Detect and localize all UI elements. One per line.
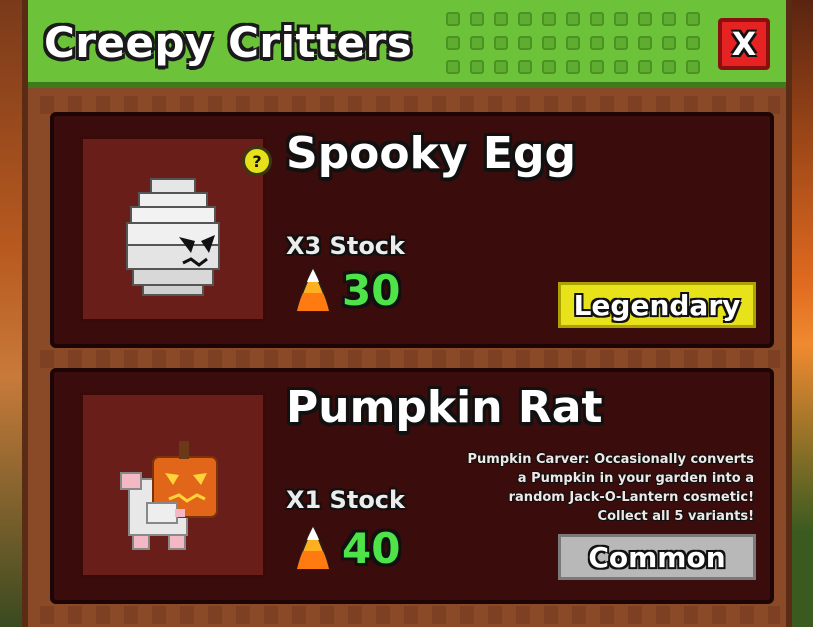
item-name: Pumpkin Rat xyxy=(286,382,603,433)
header-stud xyxy=(662,12,676,26)
header-stud xyxy=(638,12,652,26)
header-stud xyxy=(686,36,700,50)
header-stud xyxy=(542,12,556,26)
help-icon[interactable]: ? xyxy=(242,146,272,176)
header-stud xyxy=(566,36,580,50)
header-stud xyxy=(446,12,460,26)
header-stud xyxy=(662,36,676,50)
header-stud xyxy=(662,60,676,74)
header-stud xyxy=(542,36,556,50)
header-stud xyxy=(590,60,604,74)
header-stud xyxy=(470,12,484,26)
header-stud xyxy=(470,36,484,50)
header-stud xyxy=(590,36,604,50)
pumpkin-rat-icon xyxy=(120,441,218,550)
item-stock: X1 Stock xyxy=(286,486,405,514)
header-stud xyxy=(518,12,532,26)
header-stud xyxy=(518,60,532,74)
shop-item-card[interactable]: Pumpkin Rat X1 Stock 40 Pumpkin Carver: … xyxy=(50,368,774,604)
header-stud xyxy=(494,12,508,26)
header-stud xyxy=(566,60,580,74)
item-description: Pumpkin Carver: Occasionally converts a … xyxy=(467,452,754,524)
shop-item-card[interactable]: ? Spooky Egg X3 Stock 30 Legendary xyxy=(50,112,774,348)
item-price: 40 xyxy=(294,524,400,573)
close-icon: X xyxy=(731,25,757,63)
header-stud xyxy=(494,36,508,50)
shop-panel: Creepy Critters X ? Spooky Egg X3 Stock … xyxy=(22,0,792,627)
shop-header: Creepy Critters X xyxy=(28,0,786,88)
header-stud xyxy=(518,36,532,50)
header-stud xyxy=(542,60,556,74)
item-price: 30 xyxy=(294,266,400,315)
spooky-egg-icon xyxy=(126,178,220,296)
header-stud xyxy=(614,36,628,50)
header-stud xyxy=(638,60,652,74)
header-stud xyxy=(638,36,652,50)
rarity-badge[interactable]: Common xyxy=(558,534,756,580)
rarity-badge[interactable]: Legendary xyxy=(558,282,756,328)
candy-corn-icon xyxy=(296,266,330,312)
price-value: 30 xyxy=(342,266,401,315)
close-button[interactable]: X xyxy=(718,18,770,70)
header-stud xyxy=(470,60,484,74)
header-stud xyxy=(614,12,628,26)
price-value: 40 xyxy=(342,524,401,573)
divider-studs xyxy=(40,350,780,368)
header-stud xyxy=(446,60,460,74)
item-image-frame xyxy=(80,392,266,578)
item-stock: X3 Stock xyxy=(286,232,405,260)
item-name: Spooky Egg xyxy=(286,128,576,179)
header-stud xyxy=(686,60,700,74)
header-stud xyxy=(494,60,508,74)
header-stud xyxy=(686,12,700,26)
header-stud xyxy=(614,60,628,74)
header-stud xyxy=(446,36,460,50)
header-stud xyxy=(566,12,580,26)
shop-title: Creepy Critters xyxy=(44,18,413,67)
header-stud xyxy=(590,12,604,26)
item-image-frame xyxy=(80,136,266,322)
divider-studs xyxy=(40,606,780,624)
candy-corn-icon xyxy=(296,524,330,570)
